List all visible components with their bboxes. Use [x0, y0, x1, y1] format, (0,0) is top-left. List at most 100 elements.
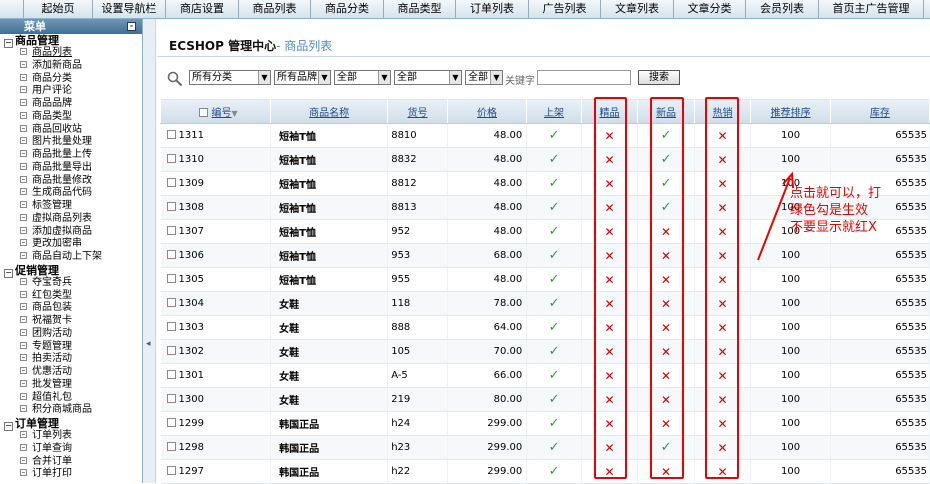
col-stock[interactable]: 库存	[829, 98, 930, 124]
cross-icon[interactable]: ✕	[661, 273, 671, 287]
cross-icon[interactable]: ✕	[661, 297, 671, 311]
sidebar-item[interactable]: 用户评论	[0, 85, 142, 98]
cell-name[interactable]: 女鞋	[270, 387, 389, 412]
checkmark-icon[interactable]: ✓	[549, 152, 560, 167]
sidebar-item[interactable]: 商品包装	[0, 302, 142, 315]
cell-price[interactable]: 48.00	[447, 171, 528, 196]
sidebar-item[interactable]: 商品批量导出	[0, 162, 142, 175]
cell-price[interactable]: 299.00	[447, 411, 528, 436]
topnav-tab[interactable]: 文章列表	[601, 0, 674, 19]
checkmark-icon[interactable]: ✓	[549, 200, 560, 215]
cross-icon[interactable]: ✕	[661, 417, 671, 431]
cell-price[interactable]: 48.00	[447, 195, 528, 220]
col-stock-label[interactable]: 库存	[870, 108, 890, 119]
cell-sort[interactable]: 100	[750, 267, 831, 292]
cell-price[interactable]: 70.00	[447, 339, 528, 364]
cell-sn[interactable]: h24	[387, 411, 448, 436]
checkmark-icon[interactable]: ✓	[549, 320, 560, 335]
cell-sort[interactable]: 100	[750, 339, 831, 364]
cell-name[interactable]: 韩国正品	[270, 411, 389, 436]
cell-sort[interactable]: 100	[750, 363, 831, 388]
cell-name[interactable]: 女鞋	[270, 363, 389, 388]
cell-price[interactable]: 78.00	[447, 291, 528, 316]
cross-icon[interactable]: ✕	[718, 129, 728, 143]
sidebar-item[interactable]: 生成商品代码	[0, 187, 142, 200]
cell-name[interactable]: 短袖T恤	[270, 147, 389, 172]
cell-sn[interactable]: 118	[387, 291, 448, 316]
cross-icon[interactable]: ✕	[605, 369, 615, 383]
cross-icon[interactable]: ✕	[605, 417, 615, 431]
col-price-label[interactable]: 价格	[477, 108, 497, 119]
cross-icon[interactable]: ✕	[718, 441, 728, 455]
filter-select-3[interactable]: 全部 ▼	[334, 70, 391, 85]
cross-icon[interactable]: ✕	[718, 297, 728, 311]
row-checkbox[interactable]	[166, 322, 176, 331]
cell-name[interactable]: 短袖T恤	[270, 267, 389, 292]
cell-stock[interactable]: 65535	[830, 123, 930, 148]
col-sort[interactable]: 推荐排序	[750, 98, 831, 124]
cell-stock[interactable]: 65535	[830, 363, 930, 388]
cell-name[interactable]: 韩国正品	[270, 459, 389, 484]
cell-name[interactable]: 短袖T恤	[270, 243, 389, 268]
checkmark-icon[interactable]: ✓	[661, 176, 672, 191]
row-checkbox[interactable]	[166, 370, 176, 379]
topnav-tab[interactable]: 订单列表	[456, 0, 529, 19]
sidebar-item[interactable]: 商品自动上下架	[0, 251, 142, 264]
cross-icon[interactable]: ✕	[718, 177, 728, 191]
cross-icon[interactable]: ✕	[605, 249, 615, 263]
topnav-tab[interactable]: 起始页	[24, 0, 93, 19]
cell-stock[interactable]: 65535	[830, 315, 930, 340]
search-button[interactable]: 搜索	[638, 70, 680, 85]
cell-price[interactable]: 64.00	[447, 315, 528, 340]
sidebar-item[interactable]: 虚拟商品列表	[0, 213, 142, 226]
cross-icon[interactable]: ✕	[718, 225, 728, 239]
cell-sort[interactable]: 100	[750, 411, 831, 436]
cell-sn[interactable]: 8812	[387, 171, 448, 196]
cell-price[interactable]: 48.00	[447, 267, 528, 292]
cell-stock[interactable]: 65535	[830, 411, 930, 436]
select-all-checkbox[interactable]	[199, 107, 209, 117]
col-new[interactable]: 新品	[637, 98, 695, 124]
collapse-icon[interactable]: −	[4, 422, 13, 431]
cross-icon[interactable]: ✕	[661, 369, 671, 383]
cross-icon[interactable]: ✕	[605, 393, 615, 407]
sidebar-item[interactable]: 超值礼包	[0, 392, 142, 405]
row-checkbox[interactable]	[166, 418, 176, 427]
cross-icon[interactable]: ✕	[718, 153, 728, 167]
cross-icon[interactable]: ✕	[718, 465, 728, 479]
cell-price[interactable]: 80.00	[447, 387, 528, 412]
cell-price[interactable]: 48.00	[447, 219, 528, 244]
col-name-label[interactable]: 商品名称	[309, 108, 349, 119]
checkmark-icon[interactable]: ✓	[549, 416, 560, 431]
cell-sort[interactable]: 100	[750, 315, 831, 340]
cell-sn[interactable]: 955	[387, 267, 448, 292]
sidebar-item[interactable]: 优惠活动	[0, 366, 142, 379]
cell-stock[interactable]: 65535	[830, 339, 930, 364]
cross-icon[interactable]: ✕	[605, 153, 615, 167]
topnav-tab[interactable]: 商品类型	[384, 0, 456, 19]
row-checkbox[interactable]	[166, 202, 176, 211]
checkmark-icon[interactable]: ✓	[549, 296, 560, 311]
collapse-arrow-icon[interactable]: ◂	[146, 337, 153, 351]
topnav-tab[interactable]: 广告列表	[529, 0, 601, 19]
cell-price[interactable]: 68.00	[447, 243, 528, 268]
row-checkbox[interactable]	[166, 154, 176, 163]
cell-sort[interactable]: 100	[750, 291, 831, 316]
sidebar-item[interactable]: 添加虚拟商品	[0, 226, 142, 239]
sidebar-item[interactable]: 图片批量处理	[0, 136, 142, 149]
row-checkbox[interactable]	[166, 298, 176, 307]
cross-icon[interactable]: ✕	[718, 393, 728, 407]
cell-sn[interactable]: 219	[387, 387, 448, 412]
checkmark-icon[interactable]: ✓	[549, 224, 560, 239]
col-sn-label[interactable]: 货号	[408, 108, 428, 119]
cell-price[interactable]: 299.00	[447, 459, 528, 484]
cell-name[interactable]: 短袖T恤	[270, 195, 389, 220]
row-checkbox[interactable]	[166, 394, 176, 403]
sidebar-splitter[interactable]: ◂	[143, 19, 156, 483]
topnav-tab[interactable]: 首页主广告管理	[819, 0, 924, 19]
cell-name[interactable]: 女鞋	[270, 291, 389, 316]
col-on-sale-label[interactable]: 上架	[544, 108, 564, 119]
col-name[interactable]: 商品名称	[270, 98, 389, 124]
col-id-label[interactable]: 编号	[211, 108, 231, 119]
col-new-label[interactable]: 新品	[656, 108, 676, 119]
